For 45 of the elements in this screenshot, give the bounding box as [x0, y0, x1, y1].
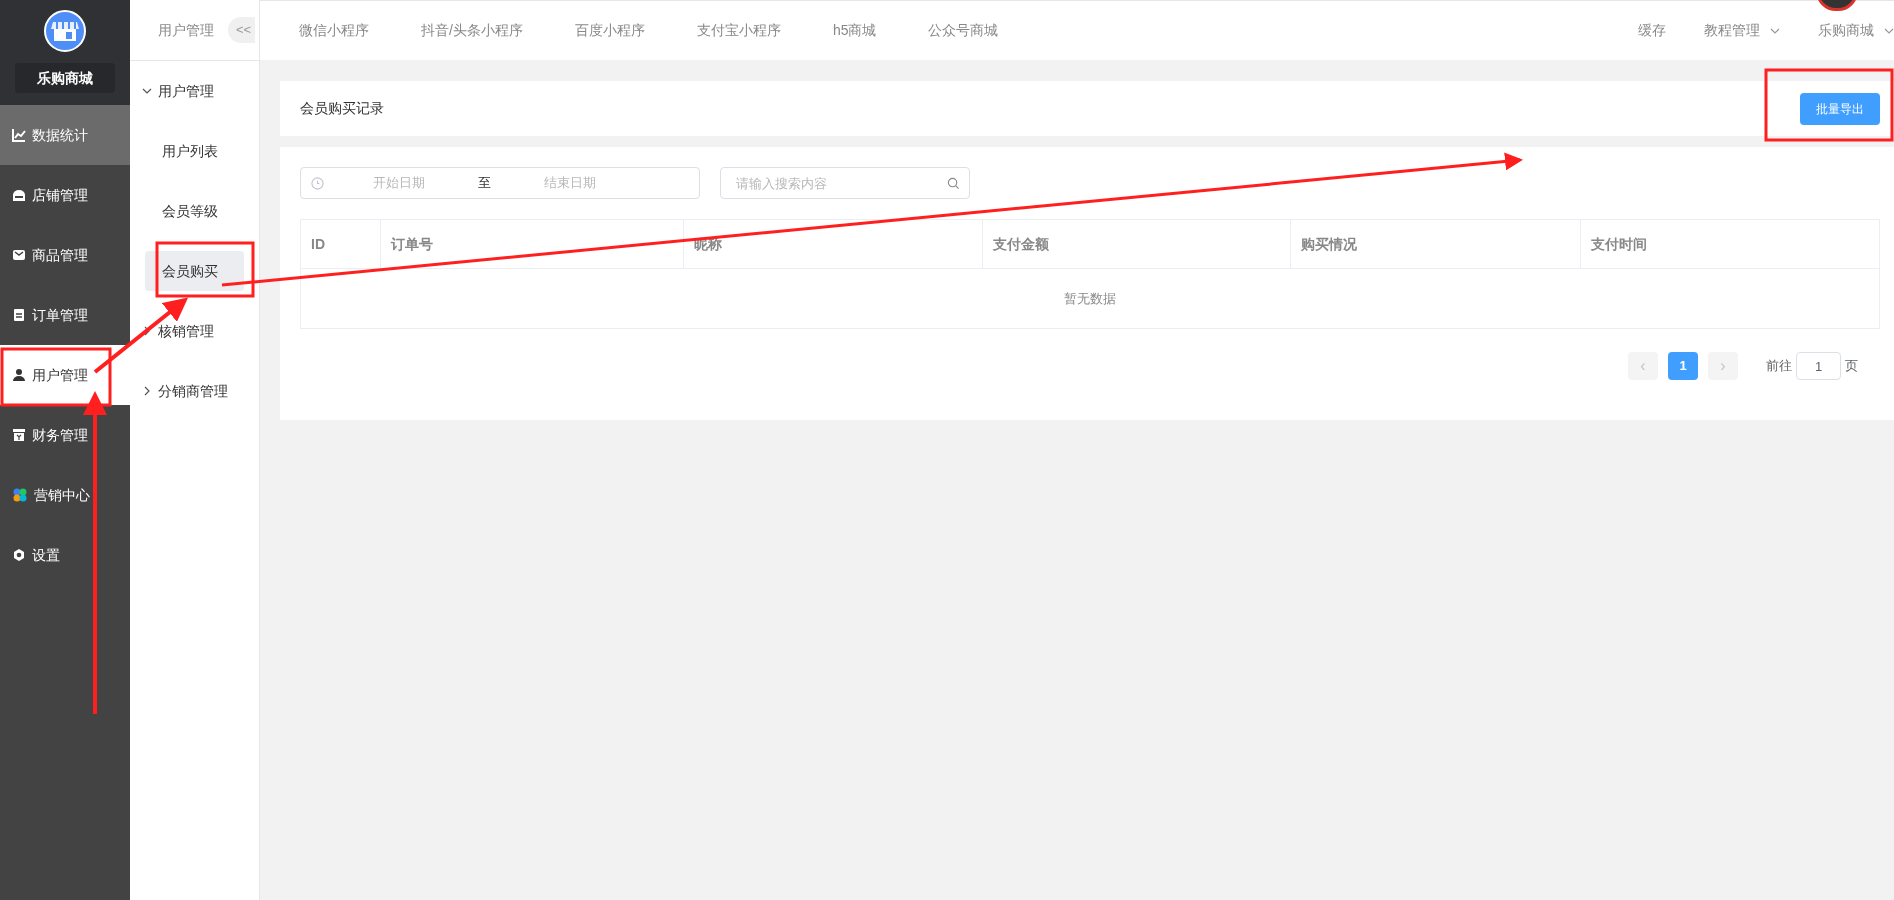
menu-group[interactable]: 用户管理 [130, 61, 259, 121]
platform-tab[interactable]: 微信小程序 [299, 20, 369, 41]
search-icon [947, 177, 960, 190]
goto-label: 前往 [1766, 357, 1792, 376]
house-icon [12, 188, 26, 202]
column-header: ID [301, 220, 381, 268]
column-header: 购买情况 [1291, 220, 1581, 268]
column-header: 支付金额 [983, 220, 1291, 268]
store-logo-icon [44, 10, 86, 52]
submenu-item[interactable]: 会员购买 [145, 251, 244, 291]
range-separator: 至 [477, 174, 492, 193]
colorful-petals-icon [12, 487, 28, 503]
platform-tab[interactable]: h5商城 [832, 20, 877, 41]
settings-icon [12, 548, 26, 562]
clock-icon [311, 176, 324, 190]
date-range-field[interactable]: 开始日期 至 结束日期 [300, 167, 700, 199]
platform-tab[interactable]: 支付宝小程序 [696, 20, 781, 41]
column-header: 订单号 [381, 220, 684, 268]
chevron-down-icon [142, 86, 152, 96]
platform-tab[interactable]: 百度小程序 [574, 20, 645, 41]
platform-tab[interactable]: 公众号商城 [928, 20, 999, 41]
user-icon [12, 368, 26, 382]
search-field[interactable]: 请输入搜索内容 [720, 167, 970, 199]
page-suffix: 页 [1845, 357, 1858, 376]
envelope-icon [12, 248, 26, 262]
line-chart-icon [12, 128, 26, 142]
wallet-icon [12, 428, 26, 442]
platform-tab[interactable]: 抖音/头条小程序 [421, 20, 523, 41]
chevron-right-icon [142, 386, 152, 396]
sidebar-item[interactable]: 用户管理 [0, 345, 130, 405]
goto-page-input[interactable]: 1 [1796, 352, 1841, 380]
column-header: 支付时间 [1590, 234, 1648, 254]
sidebar-item[interactable]: 数据统计 [0, 105, 130, 165]
store-name: 乐购商城 [15, 63, 115, 93]
menu-group[interactable]: 分销商管理 [130, 361, 259, 421]
top-menu-link[interactable]: 教程管理 [1704, 20, 1780, 41]
top-menu-link[interactable]: 缓存 [1638, 20, 1666, 41]
top-menu-link[interactable]: 乐购商城 [1818, 20, 1894, 41]
end-date-input[interactable]: 结束日期 [495, 173, 645, 193]
clipboard-icon [12, 308, 26, 322]
start-date-input[interactable]: 开始日期 [324, 173, 474, 193]
empty-text: 暂无数据 [1064, 289, 1116, 308]
page-title: 会员购买记录 [300, 99, 384, 118]
submenu-title: 用户管理 [158, 20, 214, 40]
menu-group[interactable]: 核销管理 [130, 301, 259, 361]
